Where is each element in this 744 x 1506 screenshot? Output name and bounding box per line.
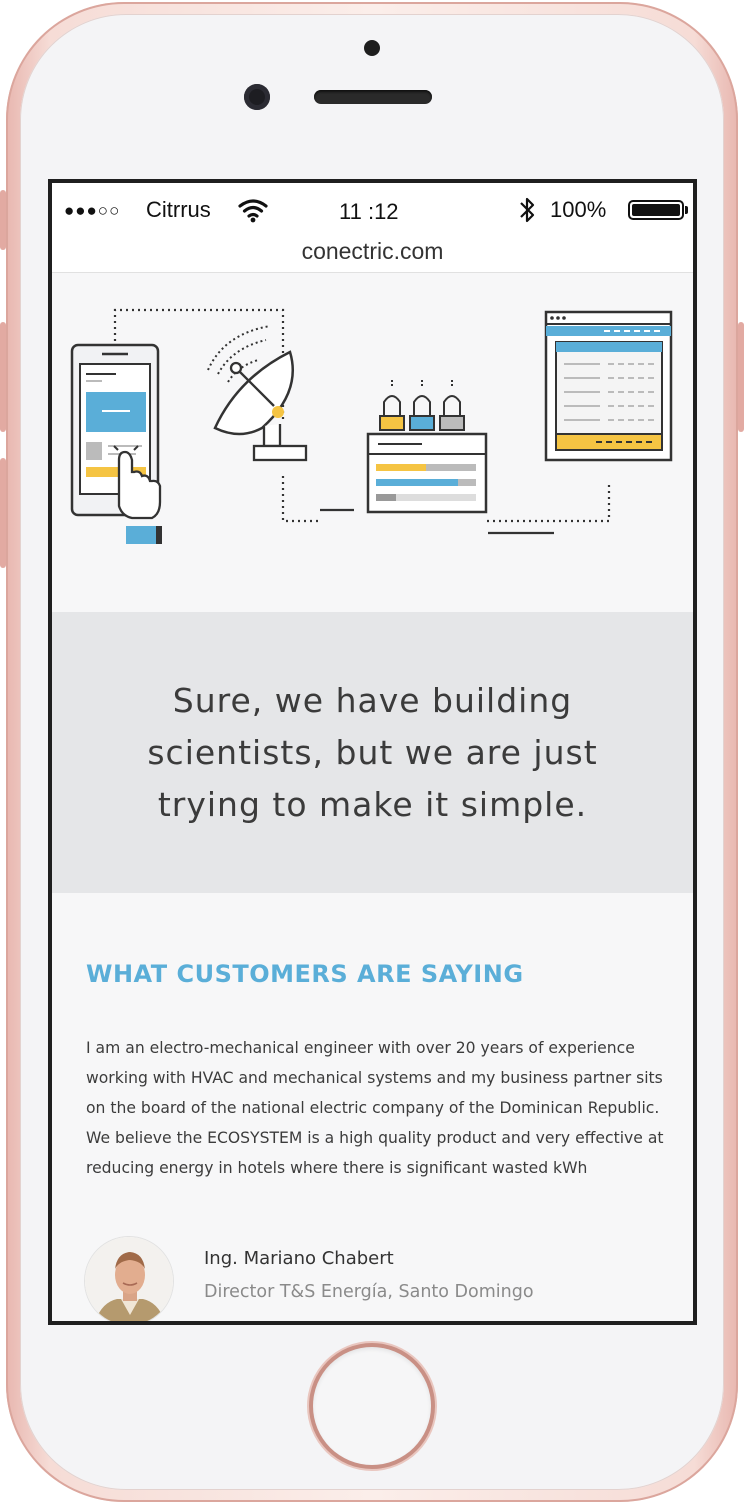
tagline-text: Sure, we have building scientists, but w… [147, 680, 598, 824]
dashboard-window-icon [544, 310, 673, 462]
power-button [738, 322, 744, 432]
satellite-dish-icon [207, 325, 308, 462]
bluetooth-icon [520, 197, 535, 223]
signal-strength: ●●●○○ [64, 201, 121, 220]
volume-down-button [0, 458, 6, 568]
testimonial-text: I am an electro-mechanical engineer with… [86, 1039, 664, 1177]
person-name: Ing. Mariano Chabert [204, 1248, 394, 1269]
earpiece-speaker [314, 90, 432, 104]
battery-fill [632, 204, 680, 216]
person-portrait [85, 1237, 173, 1321]
tagline-band: Sure, we have building scientists, but w… [52, 612, 693, 893]
url-text: conectric.com [301, 238, 444, 264]
silent-switch [0, 190, 6, 250]
home-button[interactable] [313, 1347, 431, 1465]
wifi-icon [238, 199, 268, 223]
phone-screen: ●●●○○ Citrrus 11 :12 100% conectric.com [48, 179, 697, 1325]
battery-icon [628, 200, 684, 220]
clock: 11 :12 [339, 199, 399, 224]
volume-up-button [0, 322, 6, 432]
battery-nub [685, 206, 688, 214]
proximity-sensor [364, 40, 380, 56]
smartphone-icon [70, 343, 162, 544]
carrier-name: Citrrus [146, 197, 211, 222]
avatar [84, 1236, 174, 1321]
person-role: Director T&S Energía, Santo Domingo [204, 1282, 534, 1302]
front-camera [244, 84, 270, 110]
connector-lines [113, 308, 611, 523]
gateway-hub-icon [366, 380, 488, 514]
address-bar[interactable]: conectric.com [52, 231, 693, 273]
status-bar: ●●●○○ Citrrus 11 :12 100% [52, 183, 693, 231]
testimonials-heading: WHAT CUSTOMERS ARE SAYING [86, 960, 524, 988]
battery-percentage: 100% [550, 197, 607, 222]
system-illustration [52, 274, 693, 614]
testimonials-section: WHAT CUSTOMERS ARE SAYING I am an electr… [52, 893, 693, 1321]
